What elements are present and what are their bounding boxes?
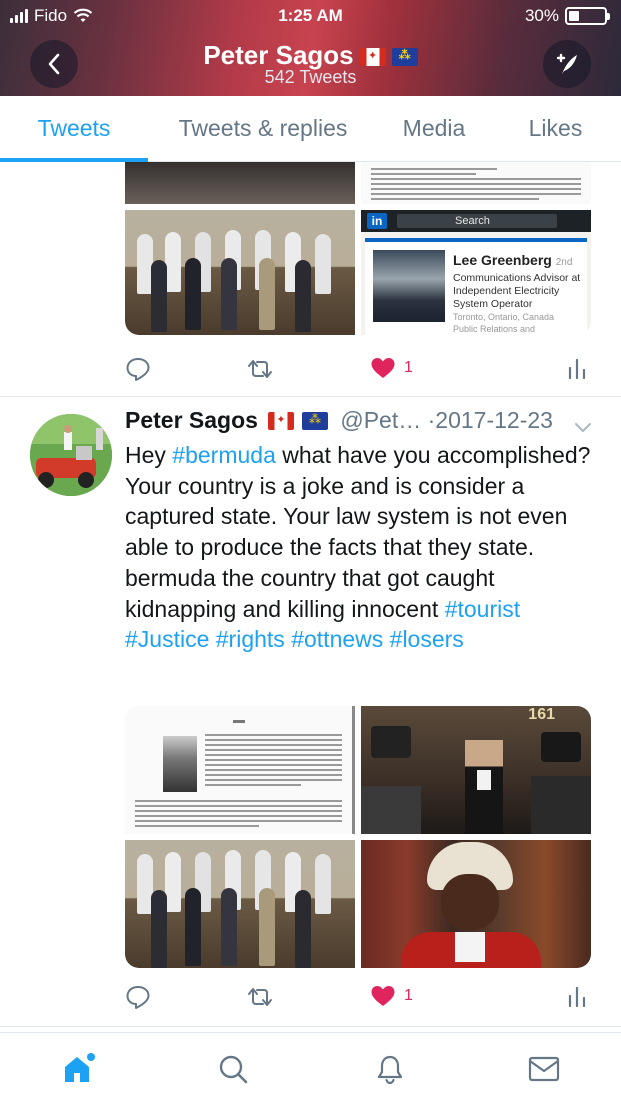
tab-likes[interactable]: Likes <box>490 96 621 161</box>
linkedin-logo-icon: in <box>367 213 387 229</box>
retweet-icon <box>248 988 272 1006</box>
compose-feather-icon <box>556 53 577 74</box>
media-image[interactable] <box>361 840 591 968</box>
hashtag-link[interactable]: #tourist <box>445 596 520 622</box>
tab-tweets-label: Tweets <box>37 115 111 141</box>
hashtag-link[interactable]: #ottnews <box>291 626 383 652</box>
reply-icon <box>126 986 150 1009</box>
profile-name-text: Peter Sagos <box>203 40 354 70</box>
messages-envelope-icon <box>528 1056 560 1082</box>
retweet-button[interactable] <box>245 356 275 382</box>
analytics-button[interactable] <box>567 356 587 380</box>
analytics-button[interactable] <box>567 984 587 1008</box>
press-photo-sign: 161 <box>528 706 555 723</box>
tweet-divider <box>0 396 621 397</box>
linkedin-search-bar: Search <box>397 214 557 228</box>
tweet-count: 542 Tweets <box>264 67 357 87</box>
reply-button[interactable] <box>125 984 151 1010</box>
canada-flag-icon <box>267 412 294 430</box>
nav-home[interactable] <box>60 1051 96 1087</box>
tweet-text: Hey #bermuda what have you accomplished?… <box>125 440 595 655</box>
linkedin-industry: Public Relations and Communications <box>453 323 536 334</box>
tab-likes-label: Likes <box>528 115 583 141</box>
linkedin-topbar: in Search <box>361 210 591 232</box>
hashtag-link[interactable]: #rights <box>216 626 285 652</box>
linkedin-name: Lee Greenberg 2nd <box>453 252 572 268</box>
analytics-icon <box>568 986 586 1008</box>
search-icon <box>219 1055 248 1084</box>
battery-icon <box>565 7 610 25</box>
hashtag-link[interactable]: #bermuda <box>172 442 276 468</box>
retweet-button[interactable] <box>245 984 275 1010</box>
battery-percent: 30% <box>524 6 559 25</box>
hashtag-link[interactable]: #losers <box>390 626 464 652</box>
profile-tabs: Tweets Tweets & replies Media Likes <box>0 96 621 162</box>
nav-notifications[interactable] <box>372 1051 408 1087</box>
media-image[interactable] <box>125 706 355 834</box>
canada-flag-icon <box>359 48 386 66</box>
linkedin-search-label: Search <box>455 215 490 227</box>
heart-filled-icon <box>371 986 395 1006</box>
linkedin-screenshot[interactable]: in Search Lee Greenberg 2nd Communicatio… <box>361 210 591 335</box>
prev-tweet-media-grid: in Search Lee Greenberg 2nd Communicatio… <box>125 162 591 335</box>
nav-search[interactable] <box>215 1051 251 1087</box>
nav-messages[interactable] <box>526 1051 562 1087</box>
linkedin-name-text: Lee Greenberg <box>453 252 552 268</box>
notifications-bell-icon <box>377 1055 403 1085</box>
tweet-divider <box>0 1026 621 1027</box>
eu-flag-icon <box>391 48 418 66</box>
bottom-navigation <box>0 1032 621 1104</box>
media-image[interactable]: 161 <box>361 706 591 834</box>
like-count: 1 <box>404 359 413 376</box>
analytics-icon <box>568 358 586 380</box>
retweet-icon <box>248 360 272 378</box>
profile-header: Fido 1:25 AM 30% Peter Sagos 542 Tweets <box>0 0 621 96</box>
prev-tweet-actions: 1 <box>125 356 591 386</box>
tweet-text-segment: Hey <box>125 442 173 468</box>
like-button[interactable]: 1 <box>370 356 413 380</box>
chevron-down-icon <box>575 423 591 432</box>
reply-icon <box>126 358 150 381</box>
like-count: 1 <box>404 987 413 1004</box>
tab-tweets[interactable]: Tweets <box>0 96 148 162</box>
media-image[interactable] <box>125 840 355 968</box>
tab-media[interactable]: Media <box>378 96 490 161</box>
linkedin-degree: 2nd <box>555 257 573 268</box>
hashtag-link[interactable]: #Justice <box>125 626 209 652</box>
linkedin-location-text: Toronto, Ontario, Canada <box>453 312 555 322</box>
avatar[interactable] <box>30 414 112 496</box>
tweet-header: Peter Sagos @Pet… ·2017-12-23 <box>125 407 595 434</box>
tweet-actions: 1 <box>125 984 591 1014</box>
home-icon <box>65 1053 95 1082</box>
tweet-menu-button[interactable] <box>573 420 593 439</box>
avatar-image <box>30 414 112 496</box>
linkedin-profile-photo <box>373 250 445 322</box>
heart-filled-icon <box>371 358 395 378</box>
compose-tweet-button[interactable] <box>543 40 591 88</box>
linkedin-profile-card: Lee Greenberg 2nd Communications Advisor… <box>365 238 587 335</box>
tweet-text-segment: what have you accomplished? Your country… <box>125 442 591 622</box>
tab-tweets-replies-label: Tweets & replies <box>178 115 348 141</box>
tweet-date[interactable]: 2017-12-23 <box>435 407 553 433</box>
media-image[interactable] <box>125 210 355 335</box>
media-image[interactable] <box>361 162 591 204</box>
status-bar: Fido 1:25 AM 30% <box>0 6 621 28</box>
tab-media-label: Media <box>402 115 466 141</box>
media-image[interactable] <box>125 162 355 204</box>
tweet-author-name[interactable]: Peter Sagos <box>125 407 258 433</box>
tab-tweets-replies[interactable]: Tweets & replies <box>148 96 378 161</box>
linkedin-location: Toronto, Ontario, Canada Public Relations… <box>453 312 583 335</box>
tweet-handle[interactable]: @Pet… <box>340 407 421 433</box>
reply-button[interactable] <box>125 356 151 382</box>
eu-flag-icon <box>301 412 328 430</box>
tweet-feed[interactable]: in Search Lee Greenberg 2nd Communicatio… <box>0 162 621 1032</box>
linkedin-title: Communications Advisor at Independent El… <box>453 272 581 310</box>
like-button[interactable]: 1 <box>370 984 413 1008</box>
tweet-media-grid: 161 <box>125 706 591 968</box>
